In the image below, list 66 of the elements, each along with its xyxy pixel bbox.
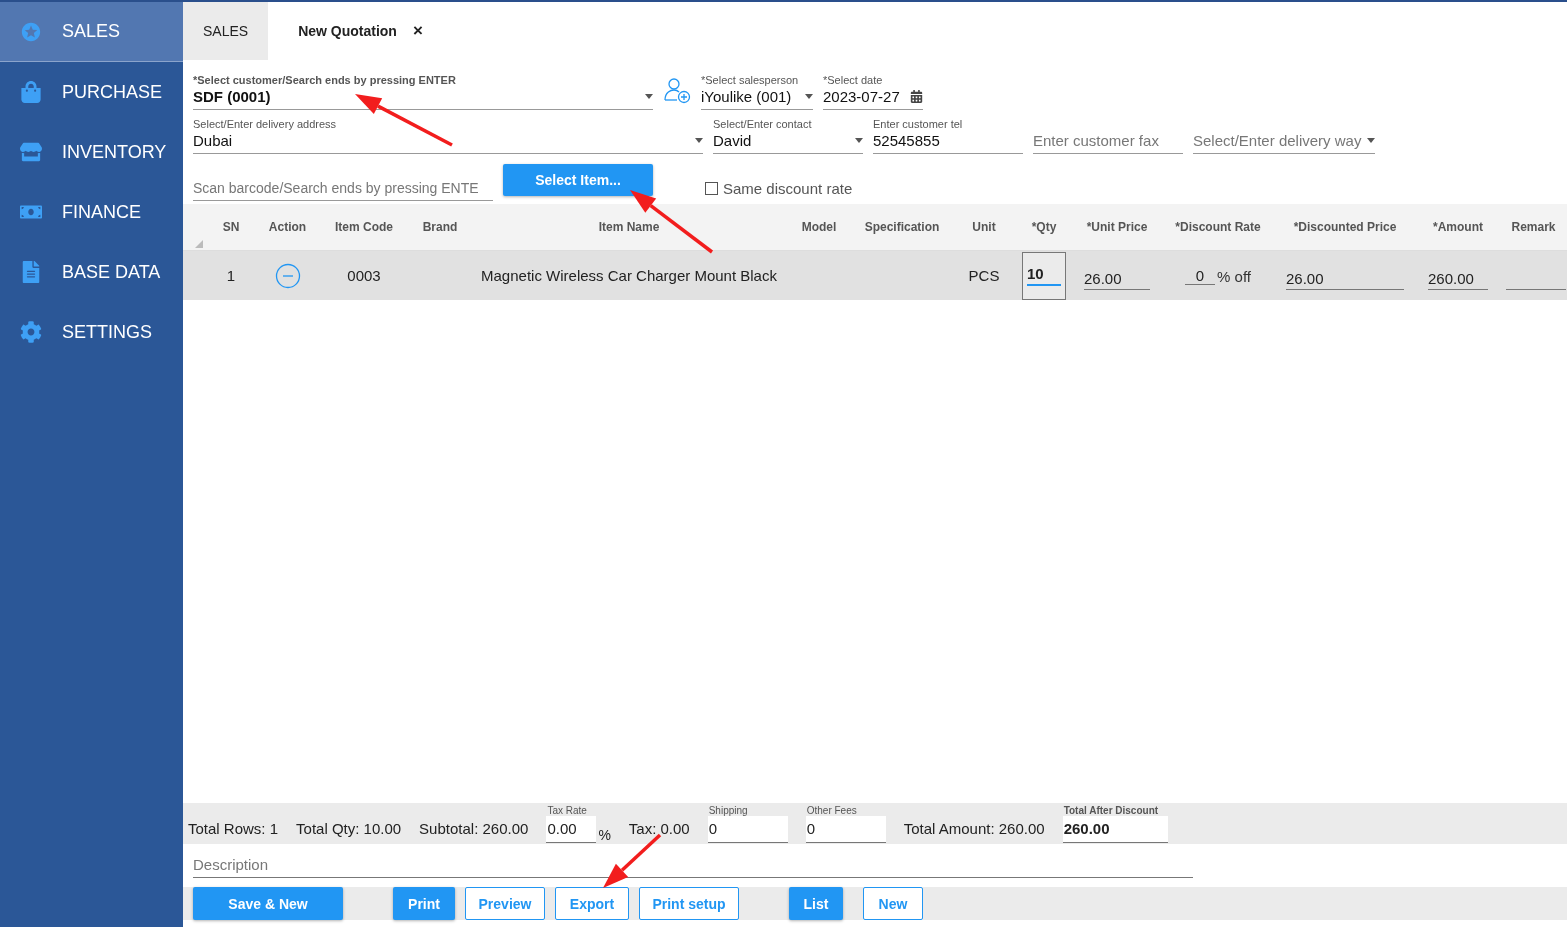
dropdown-caret-icon[interactable]	[1367, 138, 1376, 143]
table-cell-text: 0003	[346, 266, 382, 286]
column-header[interactable]: *Qty	[1016, 204, 1072, 250]
document-icon	[20, 261, 42, 283]
column-header[interactable]: Specification	[852, 204, 952, 250]
corner-icon	[195, 240, 203, 248]
discount-suffix: % off	[1217, 267, 1251, 285]
sidebar-item[interactable]: SETTINGS	[0, 302, 183, 362]
total-input[interactable]: Shipping 0	[707, 804, 788, 843]
table-input[interactable]: 260.00	[1428, 267, 1488, 290]
dropdown-caret-icon[interactable]	[645, 94, 653, 99]
column-header[interactable]: *Amount	[1416, 204, 1500, 250]
delivery-way-field[interactable]: Select/Enter delivery way	[1193, 132, 1375, 154]
column-header[interactable]: Model	[786, 204, 852, 250]
column-header[interactable]: *Discount Rate	[1162, 204, 1274, 250]
total-input[interactable]: Total After Discount 260.00	[1062, 804, 1168, 843]
search-field[interactable]: Scan barcode/Search ends by pressing ENTE	[193, 180, 493, 201]
column-header[interactable]: Brand	[408, 204, 472, 250]
column-header[interactable]: *Discounted Price	[1274, 204, 1416, 250]
checkbox[interactable]	[705, 182, 718, 195]
checkbox-row[interactable]: Same discount rate	[705, 180, 853, 197]
address-field[interactable]: Select/Enter delivery address Dubai	[193, 118, 703, 154]
salesperson-field[interactable]: *Select salesperson iYoulike (001)	[701, 74, 813, 110]
column-header[interactable]: *Unit Price	[1072, 204, 1162, 250]
badge-icon	[20, 20, 42, 43]
bag-icon	[20, 81, 42, 103]
column-header[interactable]: Item Name	[472, 204, 786, 250]
column-header[interactable]: Unit	[952, 204, 1016, 250]
column-header[interactable]: Remark	[1500, 204, 1567, 250]
column-header[interactable]: Action	[255, 204, 320, 250]
add-user-icon[interactable]	[663, 76, 691, 104]
quantity-input[interactable]: 10	[1022, 251, 1066, 300]
settings-icon	[20, 321, 42, 343]
sidebar-item[interactable]: SALES	[0, 2, 183, 62]
table-cell-text: Magnetic Wireless Car Charger Mount Black	[480, 266, 778, 286]
dropdown-caret-icon[interactable]	[855, 138, 863, 143]
discount-input[interactable]: 0	[1185, 266, 1216, 285]
sidebar-item[interactable]: PURCHASE	[0, 62, 183, 122]
tab[interactable]: SALES	[183, 2, 269, 60]
percent-sign: %	[598, 826, 611, 843]
total-input[interactable]: Tax Rate 0.00	[546, 804, 597, 843]
table-cell-text: 1	[225, 266, 237, 286]
dropdown-caret-icon[interactable]	[695, 138, 703, 143]
table-input[interactable]: 26.00	[1286, 267, 1404, 290]
store-icon	[20, 141, 42, 163]
total-text: Subtotal: 260.00	[419, 820, 529, 837]
total-text: Tax: 0.00	[628, 820, 690, 837]
contact-field[interactable]: Select/Enter contact David	[713, 118, 863, 154]
dropdown-caret-icon[interactable]	[805, 94, 813, 99]
table-cell-text: PCS	[967, 266, 1001, 286]
sidebar-item[interactable]: BASE DATA	[0, 242, 183, 302]
calendar-icon[interactable]	[910, 90, 923, 103]
close-icon[interactable]: ×	[412, 21, 423, 41]
total-text: Total Rows: 1	[188, 820, 279, 837]
column-header[interactable]: Item Code	[320, 204, 408, 250]
column-header[interactable]: SN	[207, 204, 255, 250]
fax-field[interactable]: Enter customer fax	[1033, 132, 1183, 154]
tel-field[interactable]: Enter customer tel 52545855	[873, 118, 1023, 154]
sidebar-item[interactable]: FINANCE	[0, 182, 183, 242]
table-row[interactable]: 1 0003 Magnetic Wireless Car Charger Mount Black PCS 10 26.00 0 % off 26.00 260.00	[183, 251, 1567, 300]
total-text: Total Amount: 260.00	[903, 820, 1045, 837]
total-text: Total Qty: 10.00	[296, 820, 402, 837]
date-field[interactable]: *Select date 2023-07-27	[823, 74, 923, 110]
table-input[interactable]: 26.00	[1084, 267, 1150, 290]
total-input[interactable]: Other Fees 0	[805, 804, 886, 843]
sidebar-item[interactable]: INVENTORY	[0, 122, 183, 182]
